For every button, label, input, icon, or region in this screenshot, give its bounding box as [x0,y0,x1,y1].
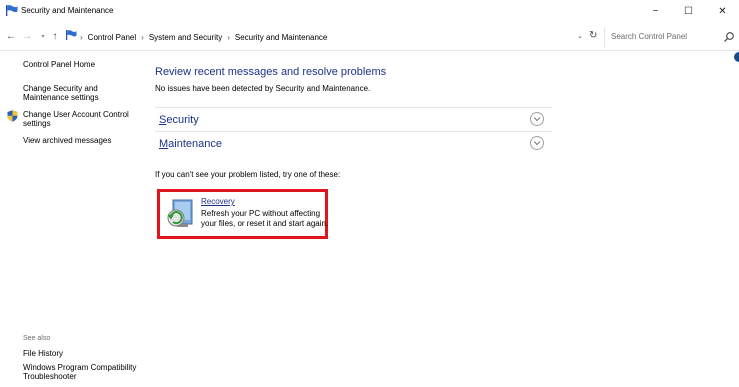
up-arrow-icon[interactable]: ↑ [48,29,62,43]
uac-shield-icon [7,110,18,122]
page-title: Review recent messages and resolve probl… [155,66,387,78]
breadcrumb-system-and-security[interactable]: System and Security [149,33,222,42]
refresh-icon[interactable]: ↻ [589,30,597,41]
recovery-option[interactable]: Recovery Refresh your PC without affecti… [157,189,328,239]
control-panel-home-link[interactable]: Control Panel Home [23,60,95,69]
see-also-heading: See also [23,335,51,342]
help-icon[interactable] [734,52,739,62]
recovery-link[interactable]: Recovery [201,197,235,206]
view-archived-messages-link[interactable]: View archived messages [23,136,111,145]
section-label-rest: aintenance [168,138,222,150]
security-section-header[interactable]: Security [155,107,552,131]
window-title: Security and Maintenance [21,6,114,15]
search-input[interactable] [611,32,711,41]
expand-chevron-icon[interactable] [530,112,544,126]
troubleshoot-hint: If you can't see your problem listed, tr… [155,170,341,179]
breadcrumb-control-panel[interactable]: Control Panel [88,33,136,42]
maximize-button[interactable]: ☐ [672,0,705,22]
maintenance-section-label: Maintenance [159,138,222,150]
maintenance-section-header[interactable]: Maintenance [155,131,552,155]
breadcrumb: › Control Panel › System and Security › Secur… [80,33,327,42]
back-arrow-icon[interactable]: ← [4,29,18,43]
change-security-settings-link[interactable]: Change Security and Maintenance settings [23,84,123,102]
section-label-rest: ecurity [166,114,199,126]
search-icon[interactable] [723,31,735,43]
access-key-letter: M [159,138,169,150]
file-history-link[interactable]: File History [23,349,63,358]
left-navigation-pane: Control Panel Home Change Security and M… [0,51,140,387]
status-message: No issues have been detected by Security… [155,84,371,93]
chevron-down-icon [533,141,541,146]
minimize-button[interactable]: − [639,0,672,22]
search-box[interactable] [604,28,739,48]
control-panel-flag-icon [66,30,77,40]
breadcrumb-separator: › [141,33,144,42]
breadcrumb-separator: › [227,33,230,42]
breadcrumb-security-and-maintenance[interactable]: Security and Maintenance [235,33,328,42]
forward-arrow-icon[interactable]: → [20,29,34,43]
recovery-pc-icon [167,199,193,227]
address-dropdown-icon[interactable]: ⌄ [577,32,583,40]
recovery-description: Refresh your PC without affecting your f… [201,209,329,228]
chevron-down-icon [533,117,541,122]
change-uac-settings-link[interactable]: Change User Account Control settings [23,110,138,128]
compatibility-troubleshooter-link[interactable]: Windows Program Compatibility Troublesho… [23,363,143,381]
security-flag-icon [6,5,18,16]
expand-chevron-icon[interactable] [530,136,544,150]
breadcrumb-separator: › [80,33,83,42]
close-button[interactable]: ✕ [706,0,739,22]
title-bar: Security and Maintenance − ☐ ✕ [0,0,739,22]
security-section-label: Security [159,114,199,126]
